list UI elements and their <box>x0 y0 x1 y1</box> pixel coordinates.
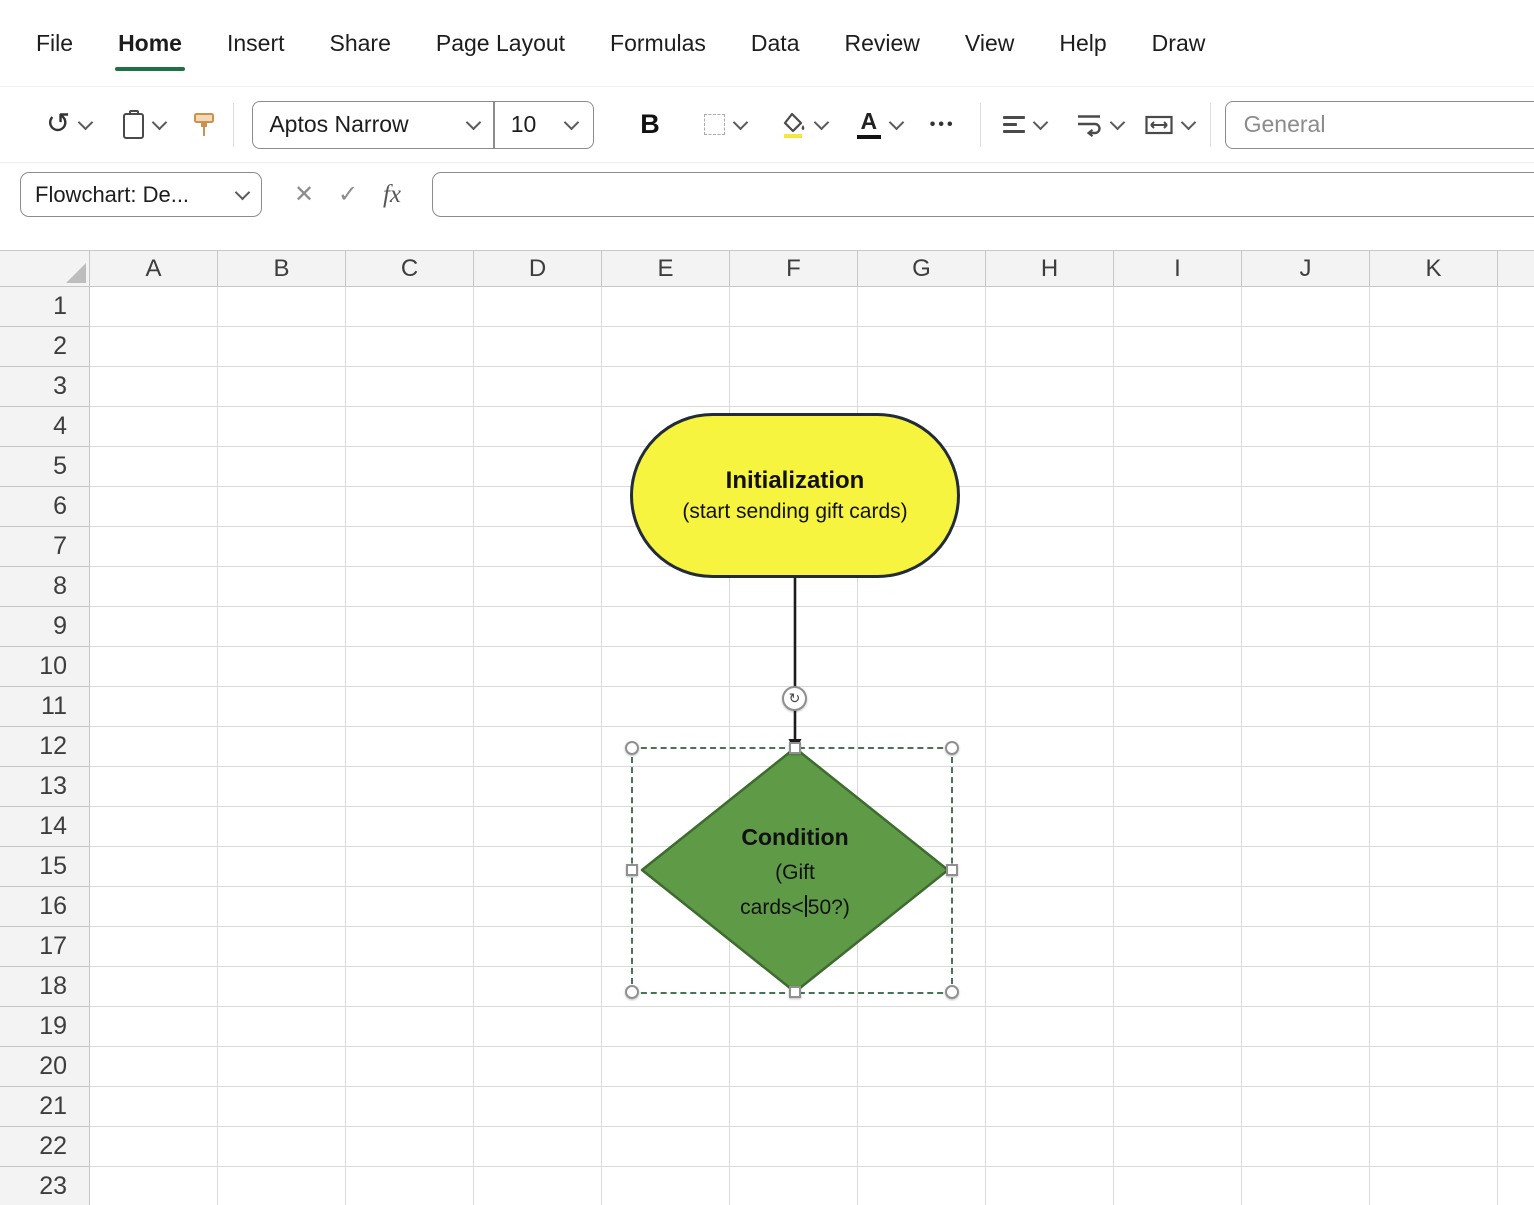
rotate-icon: ↻ <box>788 690 801 706</box>
handle-bottom-right[interactable] <box>945 985 959 999</box>
handle-bottom-middle[interactable] <box>789 986 801 998</box>
text-caret <box>804 895 807 917</box>
decision-title: Condition <box>741 824 849 850</box>
handle-left-middle[interactable] <box>626 864 638 876</box>
handle-right-middle[interactable] <box>946 864 958 876</box>
drawing-layer: Initialization (start sending gift cards… <box>0 0 1534 1205</box>
connector-arrow[interactable] <box>779 576 811 756</box>
start-shape[interactable]: Initialization (start sending gift cards… <box>630 413 960 578</box>
handle-top-right[interactable] <box>945 741 959 755</box>
decision-line2: (Gift <box>775 861 815 884</box>
handle-top-left[interactable] <box>625 741 639 755</box>
decision-shape-text: Condition (Gift cards< 50?) <box>655 820 935 925</box>
rotate-handle[interactable]: ↻ <box>782 686 807 711</box>
start-shape-subtitle: (start sending gift cards) <box>682 500 908 523</box>
handle-bottom-left[interactable] <box>625 985 639 999</box>
handle-top-middle[interactable] <box>789 742 801 754</box>
decision-line3: cards< 50?) <box>740 895 850 919</box>
start-shape-title: Initialization <box>725 467 865 494</box>
